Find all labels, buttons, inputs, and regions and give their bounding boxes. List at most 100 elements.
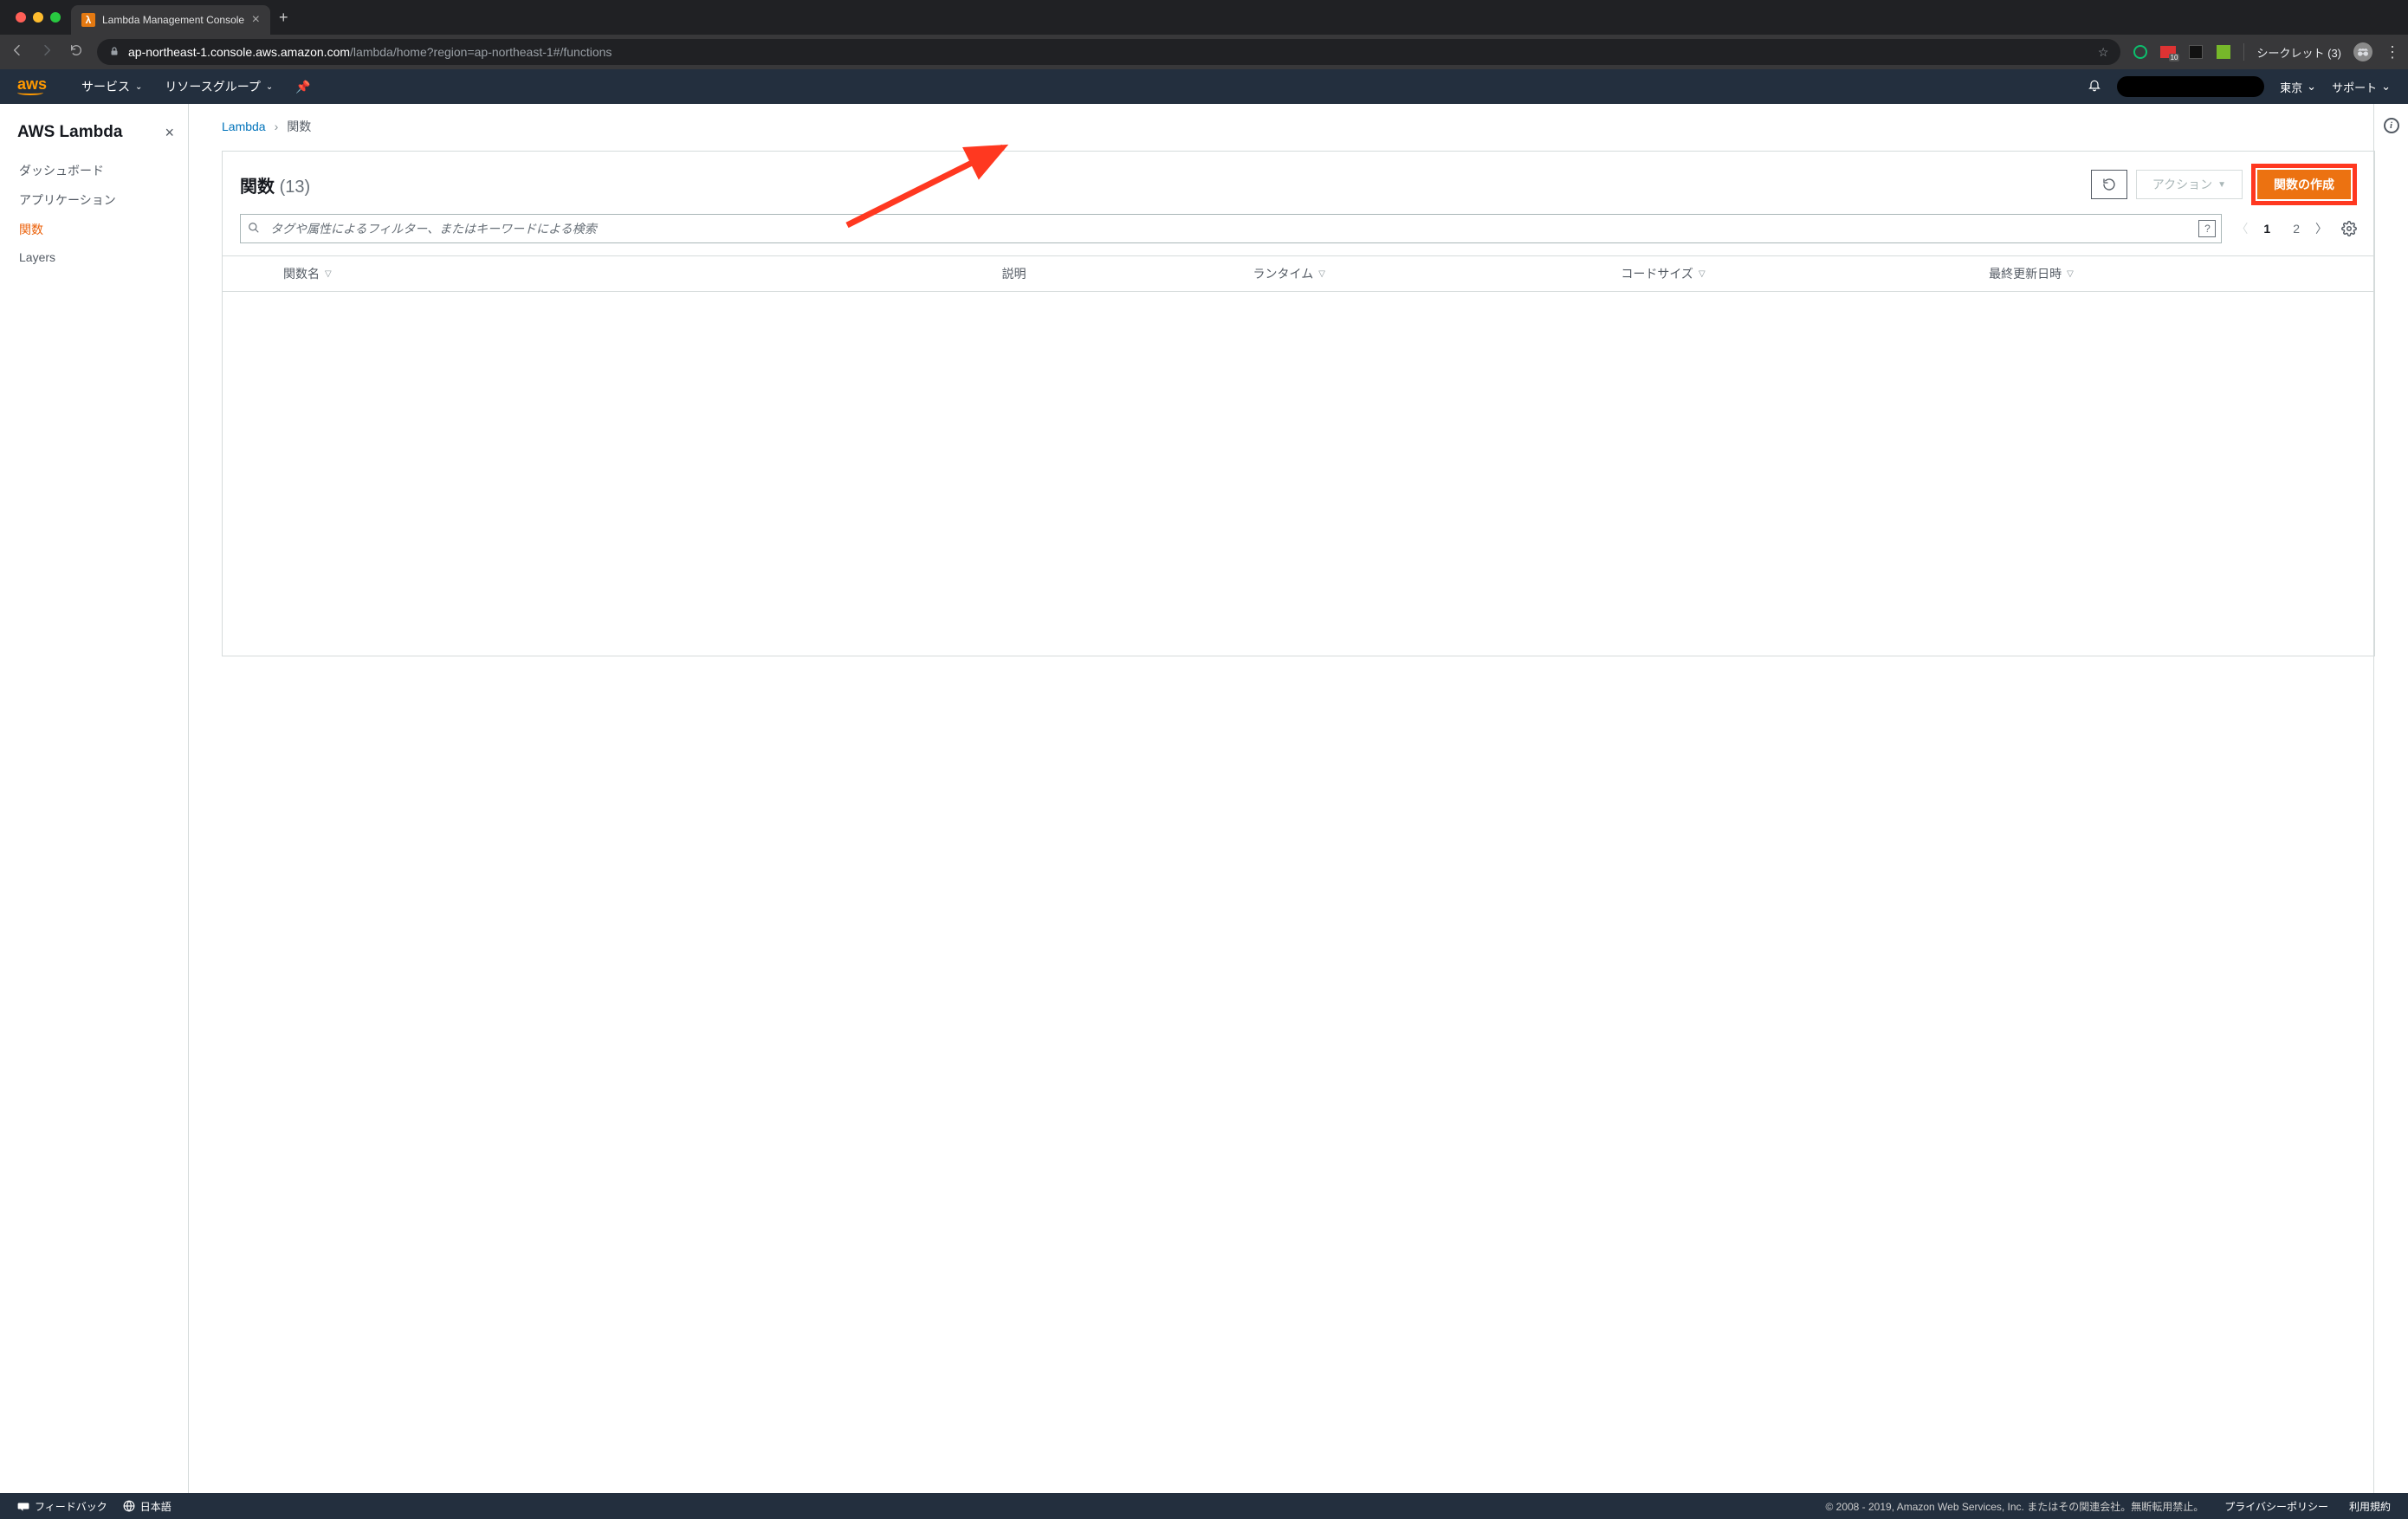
window-controls: [5, 12, 71, 23]
nav-reload-button[interactable]: [68, 43, 85, 61]
incognito-label: シークレット (3): [2256, 44, 2341, 61]
pin-button[interactable]: 📌: [295, 80, 310, 94]
lock-icon: [109, 45, 120, 60]
pagination: 〈 1 2 〉: [2236, 218, 2327, 239]
pin-icon: 📌: [295, 80, 310, 94]
extension-black-icon[interactable]: [2188, 44, 2204, 60]
support-menu[interactable]: サポート ⌄: [2332, 79, 2391, 95]
page-1[interactable]: 1: [2256, 218, 2277, 239]
services-menu[interactable]: サービス ⌄: [81, 78, 142, 95]
column-description[interactable]: 説明: [1002, 265, 1253, 282]
region-label: 東京: [2280, 79, 2302, 95]
tab-strip: λ Lambda Management Console × +: [0, 0, 2408, 35]
search-row: ? 〈 1 2 〉: [223, 214, 2374, 255]
settings-gear-icon[interactable]: [2341, 221, 2357, 236]
window-minimize-button[interactable]: [33, 12, 43, 23]
bookmark-star-icon[interactable]: ☆: [2098, 45, 2109, 60]
breadcrumb: Lambda › 関数: [222, 118, 2375, 135]
resource-groups-label: リソースグループ: [165, 78, 260, 95]
content: Lambda › 関数 関数 (13) アクション ▼: [189, 104, 2408, 1493]
sidebar-item-layers[interactable]: Layers: [0, 244, 188, 270]
column-function-name[interactable]: 関数名 ▽: [275, 265, 1002, 282]
resource-groups-menu[interactable]: リソースグループ ⌄: [165, 78, 273, 95]
search-help-icon[interactable]: ?: [2198, 220, 2216, 237]
caret-down-icon: ⌄: [2307, 80, 2316, 94]
tab-title: Lambda Management Console: [102, 14, 244, 26]
browser-chrome: λ Lambda Management Console × + ap-north…: [0, 0, 2408, 69]
help-panel-trigger[interactable]: i: [2373, 104, 2408, 1493]
column-checkbox: [240, 265, 275, 282]
info-icon: i: [2384, 118, 2399, 133]
aws-logo[interactable]: aws: [17, 75, 47, 95]
nav-back-button[interactable]: [9, 43, 26, 61]
actions-label: アクション: [2152, 176, 2212, 193]
browser-tab[interactable]: λ Lambda Management Console ×: [71, 5, 270, 35]
support-label: サポート: [2332, 79, 2377, 95]
search-icon: [241, 222, 267, 236]
aws-footer: フィードバック 日本語 © 2008 - 2019, Amazon Web Se…: [0, 1493, 2408, 1519]
sidebar-header: AWS Lambda ×: [0, 114, 188, 156]
extension-circle-icon[interactable]: [2133, 44, 2148, 60]
create-function-button[interactable]: 関数の作成: [2257, 170, 2351, 199]
new-tab-button[interactable]: +: [270, 9, 297, 27]
actions-dropdown[interactable]: アクション ▼: [2136, 170, 2243, 199]
incognito-avatar-icon[interactable]: [2353, 42, 2372, 61]
nav-forward-button[interactable]: [38, 43, 55, 61]
search-input[interactable]: [267, 217, 2198, 241]
table-header: 関数名 ▽ 説明 ランタイム ▽ コードサイズ ▽ 最終更新日時 ▽: [223, 255, 2374, 292]
column-code-size[interactable]: コードサイズ ▽: [1621, 265, 1989, 282]
page-prev-button[interactable]: 〈: [2236, 220, 2248, 237]
table-body: [223, 292, 2374, 656]
column-last-modified[interactable]: 最終更新日時 ▽: [1989, 265, 2357, 282]
functions-panel: 関数 (13) アクション ▼ 関数の作成: [222, 151, 2375, 656]
account-menu[interactable]: [2117, 76, 2264, 97]
browser-menu-icon[interactable]: ⋮: [2385, 43, 2399, 61]
caret-down-icon: ⌄: [266, 82, 273, 92]
extension-green-icon[interactable]: [2216, 44, 2231, 60]
sort-icon: ▽: [1699, 269, 1706, 279]
sidebar-collapse-icon[interactable]: ×: [165, 124, 174, 142]
window-close-button[interactable]: [16, 12, 26, 23]
sidebar-title: AWS Lambda: [17, 123, 122, 142]
sidebar-item-functions[interactable]: 関数: [0, 215, 188, 244]
lambda-favicon: λ: [81, 13, 95, 27]
address-bar[interactable]: ap-northeast-1.console.aws.amazon.com/la…: [97, 39, 2120, 65]
caret-down-icon: ⌄: [2381, 80, 2391, 94]
window-maximize-button[interactable]: [50, 12, 61, 23]
sidebar-nav: ダッシュボード アプリケーション 関数 Layers: [0, 156, 188, 270]
column-runtime[interactable]: ランタイム ▽: [1253, 265, 1622, 282]
language-selector[interactable]: 日本語: [123, 1499, 172, 1514]
sort-icon: ▽: [1318, 269, 1325, 279]
panel-header: 関数 (13) アクション ▼ 関数の作成: [223, 152, 2374, 214]
panel-actions: アクション ▼ 関数の作成: [2091, 164, 2357, 205]
refresh-icon: [2102, 178, 2116, 191]
region-menu[interactable]: 東京 ⌄: [2280, 79, 2316, 95]
search-input-wrapper: ?: [240, 214, 2222, 243]
sidebar-item-applications[interactable]: アプリケーション: [0, 185, 188, 215]
feedback-link[interactable]: フィードバック: [17, 1499, 107, 1514]
panel-title: 関数 (13): [240, 172, 310, 197]
extension-icons: 10 シークレット (3) ⋮: [2133, 42, 2399, 61]
toolbar-divider: [2243, 43, 2244, 61]
refresh-button[interactable]: [2091, 170, 2127, 199]
globe-icon: [123, 1500, 135, 1512]
notifications-bell-icon[interactable]: [2088, 77, 2101, 97]
sidebar-item-dashboard[interactable]: ダッシュボード: [0, 156, 188, 185]
main-area: AWS Lambda × ダッシュボード アプリケーション 関数 Layers …: [0, 104, 2408, 1493]
url-text: ap-northeast-1.console.aws.amazon.com/la…: [128, 45, 612, 59]
chevron-right-icon: ›: [275, 120, 279, 133]
breadcrumb-root[interactable]: Lambda: [222, 120, 266, 133]
caret-down-icon: ⌄: [135, 82, 142, 92]
page-2[interactable]: 2: [2286, 218, 2307, 239]
annotation-highlight: 関数の作成: [2251, 164, 2357, 205]
tab-close-icon[interactable]: ×: [252, 12, 260, 28]
sort-icon: ▽: [2067, 269, 2074, 279]
page-next-button[interactable]: 〉: [2315, 220, 2327, 237]
privacy-link[interactable]: プライバシーポリシー: [2224, 1499, 2328, 1514]
terms-link[interactable]: 利用規約: [2349, 1499, 2391, 1514]
sort-icon: ▽: [325, 269, 332, 279]
caret-down-icon: ▼: [2217, 180, 2226, 190]
extension-lastpass-icon[interactable]: 10: [2160, 44, 2176, 60]
breadcrumb-current: 関数: [287, 118, 311, 135]
aws-header: aws サービス ⌄ リソースグループ ⌄ 📌 東京 ⌄ サポート ⌄: [0, 69, 2408, 104]
